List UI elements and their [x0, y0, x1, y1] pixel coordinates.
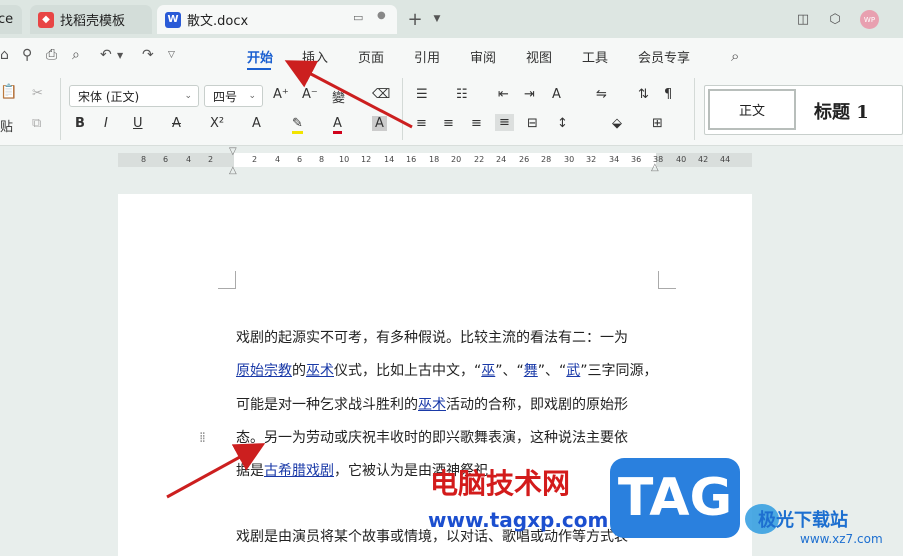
watermark-brand: 极光下载站 — [758, 510, 848, 531]
arrow-to-cursor — [166, 443, 266, 499]
watermark-brand-url: www.xz7.com — [800, 532, 883, 546]
watermark-site-name: 电脑技术网 — [430, 467, 571, 500]
tag-logo: TAG — [610, 458, 740, 538]
watermark-site-url: www.tagxp.com — [428, 508, 609, 532]
arrow-to-home-tab — [284, 60, 413, 129]
